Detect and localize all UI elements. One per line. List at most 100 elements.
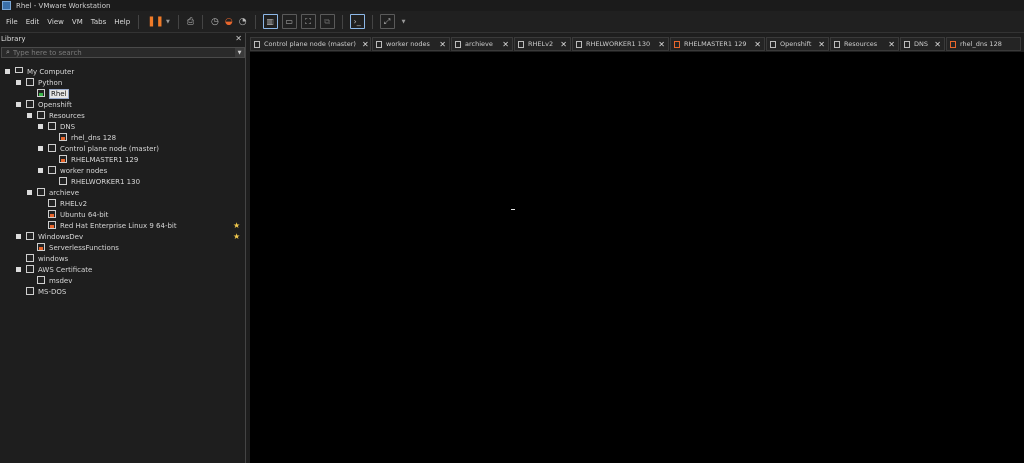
menu-tabs[interactable]: Tabs xyxy=(88,18,110,26)
expand-toggle-icon[interactable] xyxy=(38,124,43,129)
tab-label: RHELWORKER1 130 xyxy=(586,40,651,48)
close-tab-icon[interactable]: ✕ xyxy=(928,40,941,49)
tab-label: RHELMASTER1 129 xyxy=(684,40,747,48)
close-tab-icon[interactable]: ✕ xyxy=(554,40,567,49)
tree-item[interactable]: Red Hat Enterprise Linux 9 64-bit ★ xyxy=(0,220,246,231)
close-tab-icon[interactable]: ✕ xyxy=(496,40,509,49)
tree-item-label: Python xyxy=(38,78,63,87)
menu-file[interactable]: File xyxy=(3,18,21,26)
show-library-button[interactable]: ▥ xyxy=(262,14,278,29)
pause-button[interactable]: ❚❚ ▼ xyxy=(144,14,173,30)
tree-item[interactable]: Rhel xyxy=(0,88,246,99)
tab-label: archieve xyxy=(465,40,493,48)
tree-item[interactable]: WindowsDev ★ xyxy=(0,231,246,242)
expand-toggle-icon[interactable] xyxy=(5,69,10,74)
console-view-icon: ›_ xyxy=(353,17,361,26)
vm-console[interactable] xyxy=(250,52,1024,463)
stretch-guest-button[interactable]: ⤢ xyxy=(379,14,395,29)
expand-toggle-icon[interactable] xyxy=(38,168,43,173)
close-tab-icon[interactable]: ✕ xyxy=(812,40,825,49)
favorite-star-icon[interactable]: ★ xyxy=(233,232,240,241)
tree-item[interactable]: worker nodes xyxy=(0,165,246,176)
tree-item[interactable]: My Computer xyxy=(0,66,246,77)
close-tab-icon[interactable]: ✕ xyxy=(748,40,761,49)
expand-toggle-icon[interactable] xyxy=(27,190,32,195)
tree-item[interactable]: DNS xyxy=(0,121,246,132)
stretch-dropdown[interactable]: ▼ xyxy=(397,14,409,30)
tree-item[interactable]: windows xyxy=(0,253,246,264)
chevron-down-icon[interactable]: ▼ xyxy=(166,19,170,25)
tree-item[interactable]: rhel_dns 128 xyxy=(0,132,246,143)
expand-toggle-icon[interactable] xyxy=(16,80,21,85)
revert-snapshot-button[interactable]: ◒ xyxy=(222,14,236,30)
menu-help[interactable]: Help xyxy=(111,18,133,26)
tree-item-label: My Computer xyxy=(27,67,75,76)
vm-tab[interactable]: worker nodes ✕ xyxy=(372,37,450,51)
tree-item[interactable]: RHELMASTER1 129 xyxy=(0,154,246,165)
vm-icon xyxy=(59,133,67,141)
vm-tab[interactable]: archieve ✕ xyxy=(451,37,513,51)
vm-icon xyxy=(674,40,680,48)
library-panel: Library ✕ ⌕ ▼ My Computer PythonRhelOpens… xyxy=(0,33,246,463)
tree-item[interactable]: Ubuntu 64-bit xyxy=(0,209,246,220)
close-tab-icon[interactable]: ✕ xyxy=(356,40,369,49)
tree-item[interactable]: Resources xyxy=(0,110,246,121)
vm-tab[interactable]: RHELWORKER1 130 ✕ xyxy=(572,37,669,51)
tree-item[interactable]: AWS Certificate xyxy=(0,264,246,275)
unity-button[interactable]: ⧉ xyxy=(319,14,335,29)
folder-icon xyxy=(37,111,45,119)
library-tree: My Computer Python Rhel Openshift Resources D… xyxy=(0,66,246,297)
toolbar-separator xyxy=(254,14,256,29)
tree-item[interactable]: Control plane node (master) xyxy=(0,143,246,154)
menu-edit[interactable]: Edit xyxy=(23,18,43,26)
tab-label: rhel_dns 128 xyxy=(960,40,1002,48)
expand-toggle-icon[interactable] xyxy=(16,267,21,272)
tree-item-label: Control plane node (master) xyxy=(60,144,160,153)
vm-icon xyxy=(59,155,67,163)
vm-tab[interactable]: RHELv2 ✕ xyxy=(514,37,571,51)
tree-item[interactable]: RHELWORKER1 130 xyxy=(0,176,246,187)
full-screen-button[interactable]: ⛶ xyxy=(300,14,316,29)
thumbnail-bar-button[interactable]: ▭ xyxy=(281,14,297,29)
expand-toggle-icon[interactable] xyxy=(27,113,32,118)
menu-vm[interactable]: VM xyxy=(69,18,86,26)
favorite-star-icon[interactable]: ★ xyxy=(233,221,240,230)
menu-view[interactable]: View xyxy=(44,18,67,26)
send-ctrl-alt-del-button[interactable]: ⎙ xyxy=(184,14,197,30)
vm-tab[interactable]: Openshift ✕ xyxy=(766,37,829,51)
tree-item[interactable]: ServerlessFunctions xyxy=(0,242,246,253)
close-tab-icon[interactable]: ✕ xyxy=(882,40,895,49)
tree-item[interactable]: Python xyxy=(0,77,246,88)
tree-item[interactable]: msdev xyxy=(0,275,246,286)
expand-toggle-icon[interactable] xyxy=(16,102,21,107)
tree-item-label: Red Hat Enterprise Linux 9 64-bit xyxy=(60,221,177,230)
tree-item-label: worker nodes xyxy=(60,166,108,175)
tree-item[interactable]: MS-DOS xyxy=(0,286,246,297)
search-input[interactable] xyxy=(12,48,235,57)
close-icon[interactable]: ✕ xyxy=(235,34,242,43)
folder-icon xyxy=(376,40,382,48)
tree-item-label: windows xyxy=(38,254,69,263)
expand-toggle-icon[interactable] xyxy=(16,234,21,239)
expand-toggle-icon[interactable] xyxy=(38,146,43,151)
vm-icon xyxy=(37,243,45,251)
tree-item-label: DNS xyxy=(60,122,76,131)
take-snapshot-button[interactable]: ◷ xyxy=(208,14,222,30)
search-dropdown-button[interactable]: ▼ xyxy=(235,48,244,57)
console-view-button[interactable]: ›_ xyxy=(349,14,365,29)
vm-icon xyxy=(950,40,956,48)
vm-tab[interactable]: DNS ✕ xyxy=(900,37,945,51)
vm-icon xyxy=(26,254,34,262)
tree-item[interactable]: archieve xyxy=(0,187,246,198)
folder-icon xyxy=(26,100,34,108)
manage-snapshots-button[interactable]: ◔ xyxy=(236,14,250,30)
close-tab-icon[interactable]: ✕ xyxy=(433,40,446,49)
vm-tab[interactable]: Control plane node (master) ✕ xyxy=(250,37,371,51)
close-tab-icon[interactable]: ✕ xyxy=(652,40,665,49)
tree-item[interactable]: RHELv2 xyxy=(0,198,246,209)
vm-tab[interactable]: RHELMASTER1 129 ✕ xyxy=(670,37,765,51)
tree-item[interactable]: Openshift xyxy=(0,99,246,110)
vm-tab[interactable]: rhel_dns 128 xyxy=(946,37,1021,51)
snapshot-icon: ◷ xyxy=(211,16,219,27)
vm-tab[interactable]: Resources ✕ xyxy=(830,37,899,51)
